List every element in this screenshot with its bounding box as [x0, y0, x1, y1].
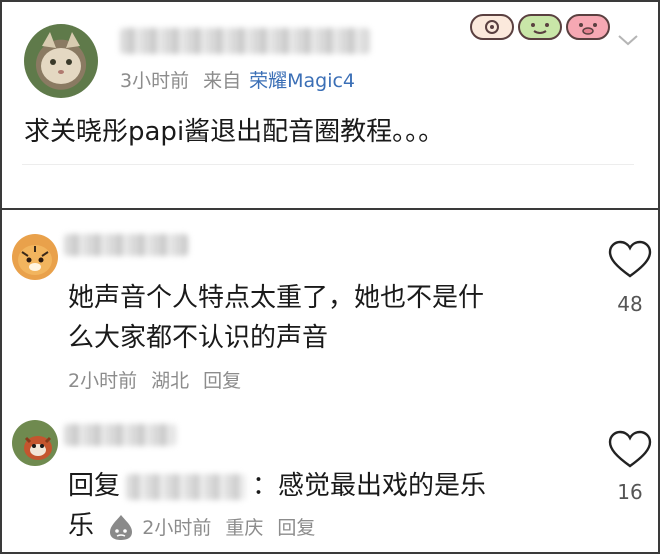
comment-1-like-count: 48: [617, 292, 643, 316]
comment-1-reply-button[interactable]: 回复: [203, 370, 241, 392]
post-author-name-blurred[interactable]: [120, 28, 370, 54]
post-source-prefix: 来自: [203, 70, 242, 92]
comment-2-meta: 2小时前 重庆 回复: [142, 517, 315, 539]
comment-2-location: 重庆: [225, 517, 264, 539]
comment-1-username-blurred[interactable]: [64, 234, 188, 256]
post-device-link[interactable]: 荣耀Magic4: [249, 70, 355, 92]
comment-1-text-line2: 么大家都不认识的声音: [68, 323, 329, 353]
comment-1-like-heart-icon[interactable]: [608, 240, 652, 280]
comment-2-reply-button[interactable]: 回复: [277, 517, 315, 539]
comment-2-time: 2小时前: [142, 517, 212, 539]
post-author-avatar[interactable]: [24, 24, 98, 98]
sweat-emoji-icon: [110, 514, 133, 540]
post-card: 3小时前 来自 荣耀Magic4 求关晓彤papi酱退出配音圈教程。。。: [0, 0, 660, 210]
comment-2-text-line2-row: 乐 2小时前 重庆 回复: [68, 506, 588, 548]
comment-2-avatar[interactable]: [12, 420, 58, 466]
sticker-badge-1: [470, 14, 514, 40]
post-time: 3小时前: [120, 70, 190, 92]
comment-1-time: 2小时前: [68, 370, 138, 392]
comment-2-like-heart-icon[interactable]: [608, 430, 652, 470]
comment-1-text-line1: 她声音个人特点太重了，她也不是什: [68, 283, 485, 313]
comment-2-text-line2: 乐: [68, 511, 95, 541]
comment-1-location: 湖北: [151, 370, 190, 392]
post-meta: 3小时前 来自 荣耀Magic4: [120, 66, 355, 93]
comment-2-text: 回复 ：感觉最出戏的是乐 乐 2小时前 重庆 回复: [68, 466, 588, 548]
comment-2-username-blurred[interactable]: [64, 424, 176, 446]
chevron-down-icon[interactable]: [616, 32, 640, 48]
comments-card: 她声音个人特点太重了，她也不是什 么大家都不认识的声音 2小时前 湖北 回复 48 …: [0, 208, 660, 554]
comment-1-meta: 2小时前 湖北 回复: [68, 366, 241, 393]
post-divider: [22, 164, 634, 165]
comment-2-like-count: 16: [617, 480, 643, 504]
sticker-frog-icon: [518, 14, 562, 40]
post-body: 求关晓彤papi酱退出配音圈教程。。。: [24, 117, 445, 147]
comment-2-reply-target-blurred[interactable]: [126, 473, 247, 500]
sticker-pig-icon: [566, 14, 610, 40]
comment-2-text-line1: 回复 ：感觉最出戏的是乐: [68, 466, 588, 506]
comment-2-reply-prefix: 回复: [68, 471, 121, 501]
comment-1-text: 她声音个人特点太重了，她也不是什 么大家都不认识的声音: [68, 278, 588, 358]
comment-1-avatar[interactable]: [12, 234, 58, 280]
comment-2-text-line1-after: ：感觉最出戏的是乐: [252, 471, 487, 501]
